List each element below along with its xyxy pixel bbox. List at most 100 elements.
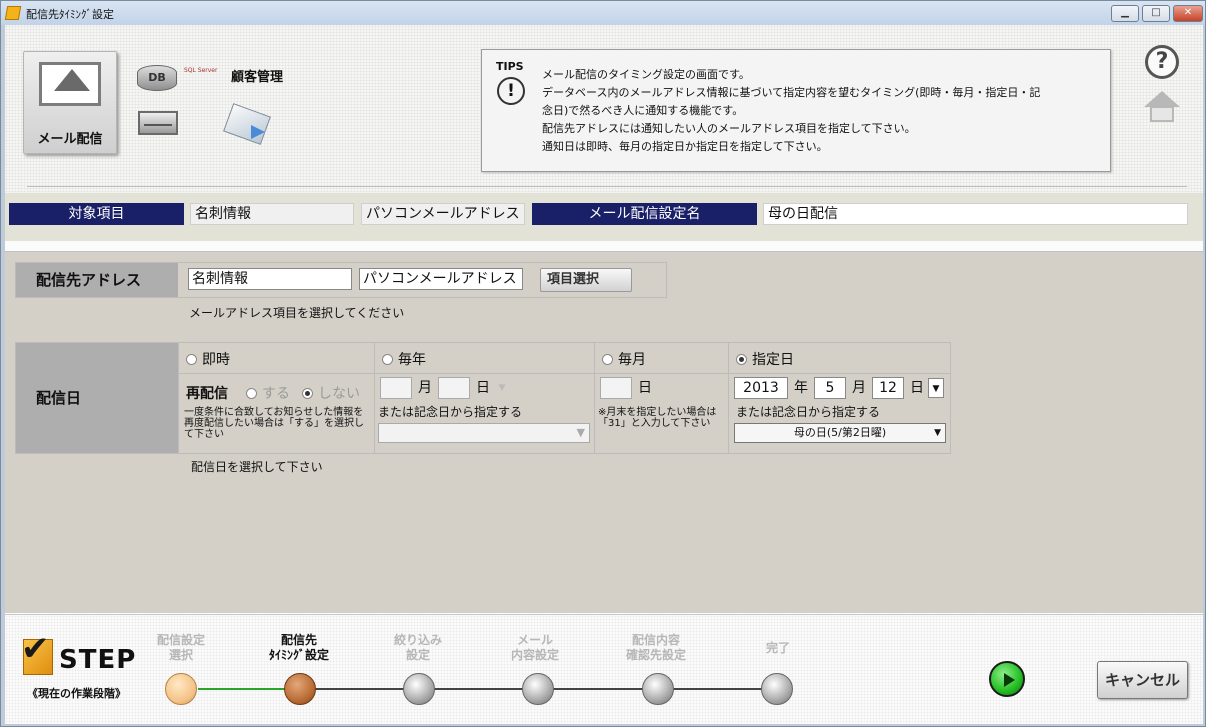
radio-immediate[interactable] bbox=[186, 354, 197, 365]
app-icon bbox=[4, 6, 22, 20]
step-label-line: 配信先 bbox=[280, 633, 317, 647]
step-label-2: 配信先 ﾀｲﾐﾝｸﾞ設定 bbox=[249, 633, 349, 663]
specified-month-input[interactable]: 5 bbox=[814, 377, 846, 399]
step-logo: ✔ STEP bbox=[19, 629, 149, 689]
specified-year-input[interactable]: 2013 bbox=[734, 377, 788, 399]
resend-note: 一度条件に合致してお知らせした情報を再度配信したい場合は「する」を選択して下さい bbox=[184, 407, 364, 440]
step-label-line: 設定 bbox=[405, 648, 430, 662]
step-line-done bbox=[198, 688, 288, 690]
yearly-day-dropdown-icon[interactable]: ▼ bbox=[494, 378, 510, 398]
help-icon[interactable]: ? bbox=[1145, 45, 1179, 79]
title-bar[interactable]: 配信先ﾀｲﾐﾝｸﾞ設定 ▁ □ ✕ bbox=[1, 1, 1205, 25]
monthly-note: ※月末を指定したい場合は「31」と入力して下さい bbox=[598, 407, 717, 429]
play-icon[interactable] bbox=[989, 661, 1025, 697]
option-immediate-label: 即時 bbox=[202, 352, 230, 368]
resend-no-option[interactable]: しない bbox=[302, 383, 360, 403]
step-dot-2 bbox=[284, 673, 316, 705]
chevron-down-icon: ▼ bbox=[934, 428, 941, 438]
option-specified[interactable]: 指定日 bbox=[736, 349, 794, 369]
option-monthly[interactable]: 毎月 bbox=[602, 349, 646, 369]
tips-line: 通知日は即時、毎月の指定日か指定日を指定して下さい。 bbox=[542, 140, 828, 153]
step-dot-5 bbox=[642, 673, 674, 705]
step-label-line: 選択 bbox=[168, 648, 193, 662]
specified-anniversary-select[interactable]: 母の日(5/第2日曜) ▼ bbox=[734, 423, 946, 443]
yearly-day-unit: 日 bbox=[476, 380, 490, 396]
step-label-3: 絞り込み 設定 bbox=[368, 633, 468, 663]
step-bar: ✔ STEP 《現在の作業段階》 配信設定 選択 配信先 ﾀｲﾐﾝｸﾞ設定 絞り込み… bbox=[5, 614, 1203, 724]
delivery-date-hint: 配信日を選択して下さい bbox=[191, 460, 323, 474]
delivery-date-grid: 配信日 即時 毎年 毎月 指定日 再配信 する しない 一度条件に合致してお知ら… bbox=[15, 342, 951, 454]
grid-line bbox=[178, 373, 950, 374]
select-item-button[interactable]: 項目選択 bbox=[540, 268, 632, 292]
address-table-input[interactable]: 名刺情報 bbox=[188, 268, 352, 290]
client-area: メール配信 DB SQL Server 顧客管理 TIPS ! メール配信のタイ… bbox=[5, 25, 1203, 724]
specified-day-dropdown-icon[interactable]: ▼ bbox=[928, 378, 944, 398]
step-label-5: 配信内容 確認先設定 bbox=[606, 633, 706, 663]
grid-line bbox=[728, 343, 729, 453]
tips-title: TIPS bbox=[496, 60, 524, 73]
year-unit: 年 bbox=[794, 380, 808, 396]
option-immediate[interactable]: 即時 bbox=[186, 349, 230, 369]
yearly-month-input[interactable] bbox=[380, 377, 412, 399]
close-button[interactable]: ✕ bbox=[1173, 5, 1203, 22]
resend-no-label: しない bbox=[318, 386, 360, 402]
step-label-line: 配信内容 bbox=[631, 633, 680, 647]
step-label-6: 完了 bbox=[728, 641, 828, 656]
step-logo-text: STEP bbox=[59, 645, 137, 675]
step-dot-4 bbox=[522, 673, 554, 705]
step-dot-1 bbox=[165, 673, 197, 705]
mail-delivery-button[interactable]: メール配信 bbox=[23, 51, 117, 154]
tips-line: 念日)で然るべき人に通知する機能です。 bbox=[542, 104, 744, 117]
mail-delivery-label: メール配信 bbox=[37, 132, 103, 147]
info-bar: 対象項目 名刺情報 パソコンメールアドレス メール配信設定名 母の日配信 bbox=[5, 193, 1203, 241]
target-table-value: 名刺情報 bbox=[190, 203, 354, 225]
radio-monthly[interactable] bbox=[602, 354, 613, 365]
exclamation-icon: ! bbox=[497, 77, 525, 105]
step-caption: 《現在の作業段階》 bbox=[27, 687, 126, 700]
minimize-button[interactable]: ▁ bbox=[1111, 5, 1139, 22]
step-label-line: 絞り込み bbox=[393, 633, 442, 647]
address-field-input[interactable]: パソコンメールアドレス bbox=[359, 268, 523, 290]
step-label-line: メール bbox=[516, 633, 553, 647]
maximize-button[interactable]: □ bbox=[1142, 5, 1170, 22]
option-yearly[interactable]: 毎年 bbox=[382, 349, 426, 369]
cancel-button[interactable]: キャンセル bbox=[1097, 661, 1188, 699]
database-icon[interactable]: DB bbox=[137, 65, 177, 91]
step-label-1: 配信設定 選択 bbox=[131, 633, 231, 663]
application-window: 配信先ﾀｲﾐﾝｸﾞ設定 ▁ □ ✕ メール配信 DB SQL Server 顧客… bbox=[0, 0, 1206, 727]
send-arrow-icon bbox=[251, 125, 265, 139]
yearly-day-input[interactable] bbox=[438, 377, 470, 399]
tips-line: メール配信のタイミング設定の画面です。 bbox=[542, 68, 750, 81]
top-panel: メール配信 DB SQL Server 顧客管理 TIPS ! メール配信のタイ… bbox=[5, 25, 1203, 193]
monthly-day-input[interactable] bbox=[600, 377, 632, 399]
radio-specified[interactable] bbox=[736, 354, 747, 365]
radio-resend-yes[interactable] bbox=[246, 388, 257, 399]
resend-yes-label: する bbox=[262, 386, 290, 402]
radio-resend-no[interactable] bbox=[302, 388, 313, 399]
mail-setting-name-value: 母の日配信 bbox=[763, 203, 1188, 225]
divider bbox=[27, 186, 1187, 187]
resend-yes-option[interactable]: する bbox=[246, 383, 290, 403]
monthly-day-unit: 日 bbox=[638, 380, 652, 396]
step-label-line: 内容設定 bbox=[510, 648, 559, 662]
main-panel: 配信先アドレス 名刺情報 パソコンメールアドレス 項目選択 メールアドレス項目を… bbox=[5, 251, 1203, 613]
home-icon[interactable] bbox=[1143, 91, 1181, 125]
target-item-header: 対象項目 bbox=[9, 203, 184, 225]
step-dot-3 bbox=[403, 673, 435, 705]
specified-day-input[interactable]: 12 bbox=[872, 377, 904, 399]
delivery-date-label: 配信日 bbox=[16, 343, 178, 453]
step-dot-6 bbox=[761, 673, 793, 705]
option-monthly-label: 毎月 bbox=[618, 352, 646, 368]
radio-yearly[interactable] bbox=[382, 354, 393, 365]
specified-anniversary-text: または記念日から指定する bbox=[736, 405, 881, 419]
tips-panel: TIPS ! メール配信のタイミング設定の画面です。 データベース内のメールアド… bbox=[481, 49, 1111, 172]
resend-label: 再配信 bbox=[186, 386, 228, 402]
yearly-anniversary-text: または記念日から指定する bbox=[378, 405, 523, 419]
customer-management-label[interactable]: 顧客管理 bbox=[231, 66, 283, 85]
option-specified-label: 指定日 bbox=[752, 352, 794, 368]
yearly-anniversary-select[interactable]: ▼ bbox=[378, 423, 590, 443]
mail-icon[interactable] bbox=[138, 111, 178, 135]
sqlserver-logo: SQL Server bbox=[184, 67, 218, 74]
step-label-line: 配信設定 bbox=[156, 633, 205, 647]
yearly-month-unit: 月 bbox=[418, 380, 432, 396]
